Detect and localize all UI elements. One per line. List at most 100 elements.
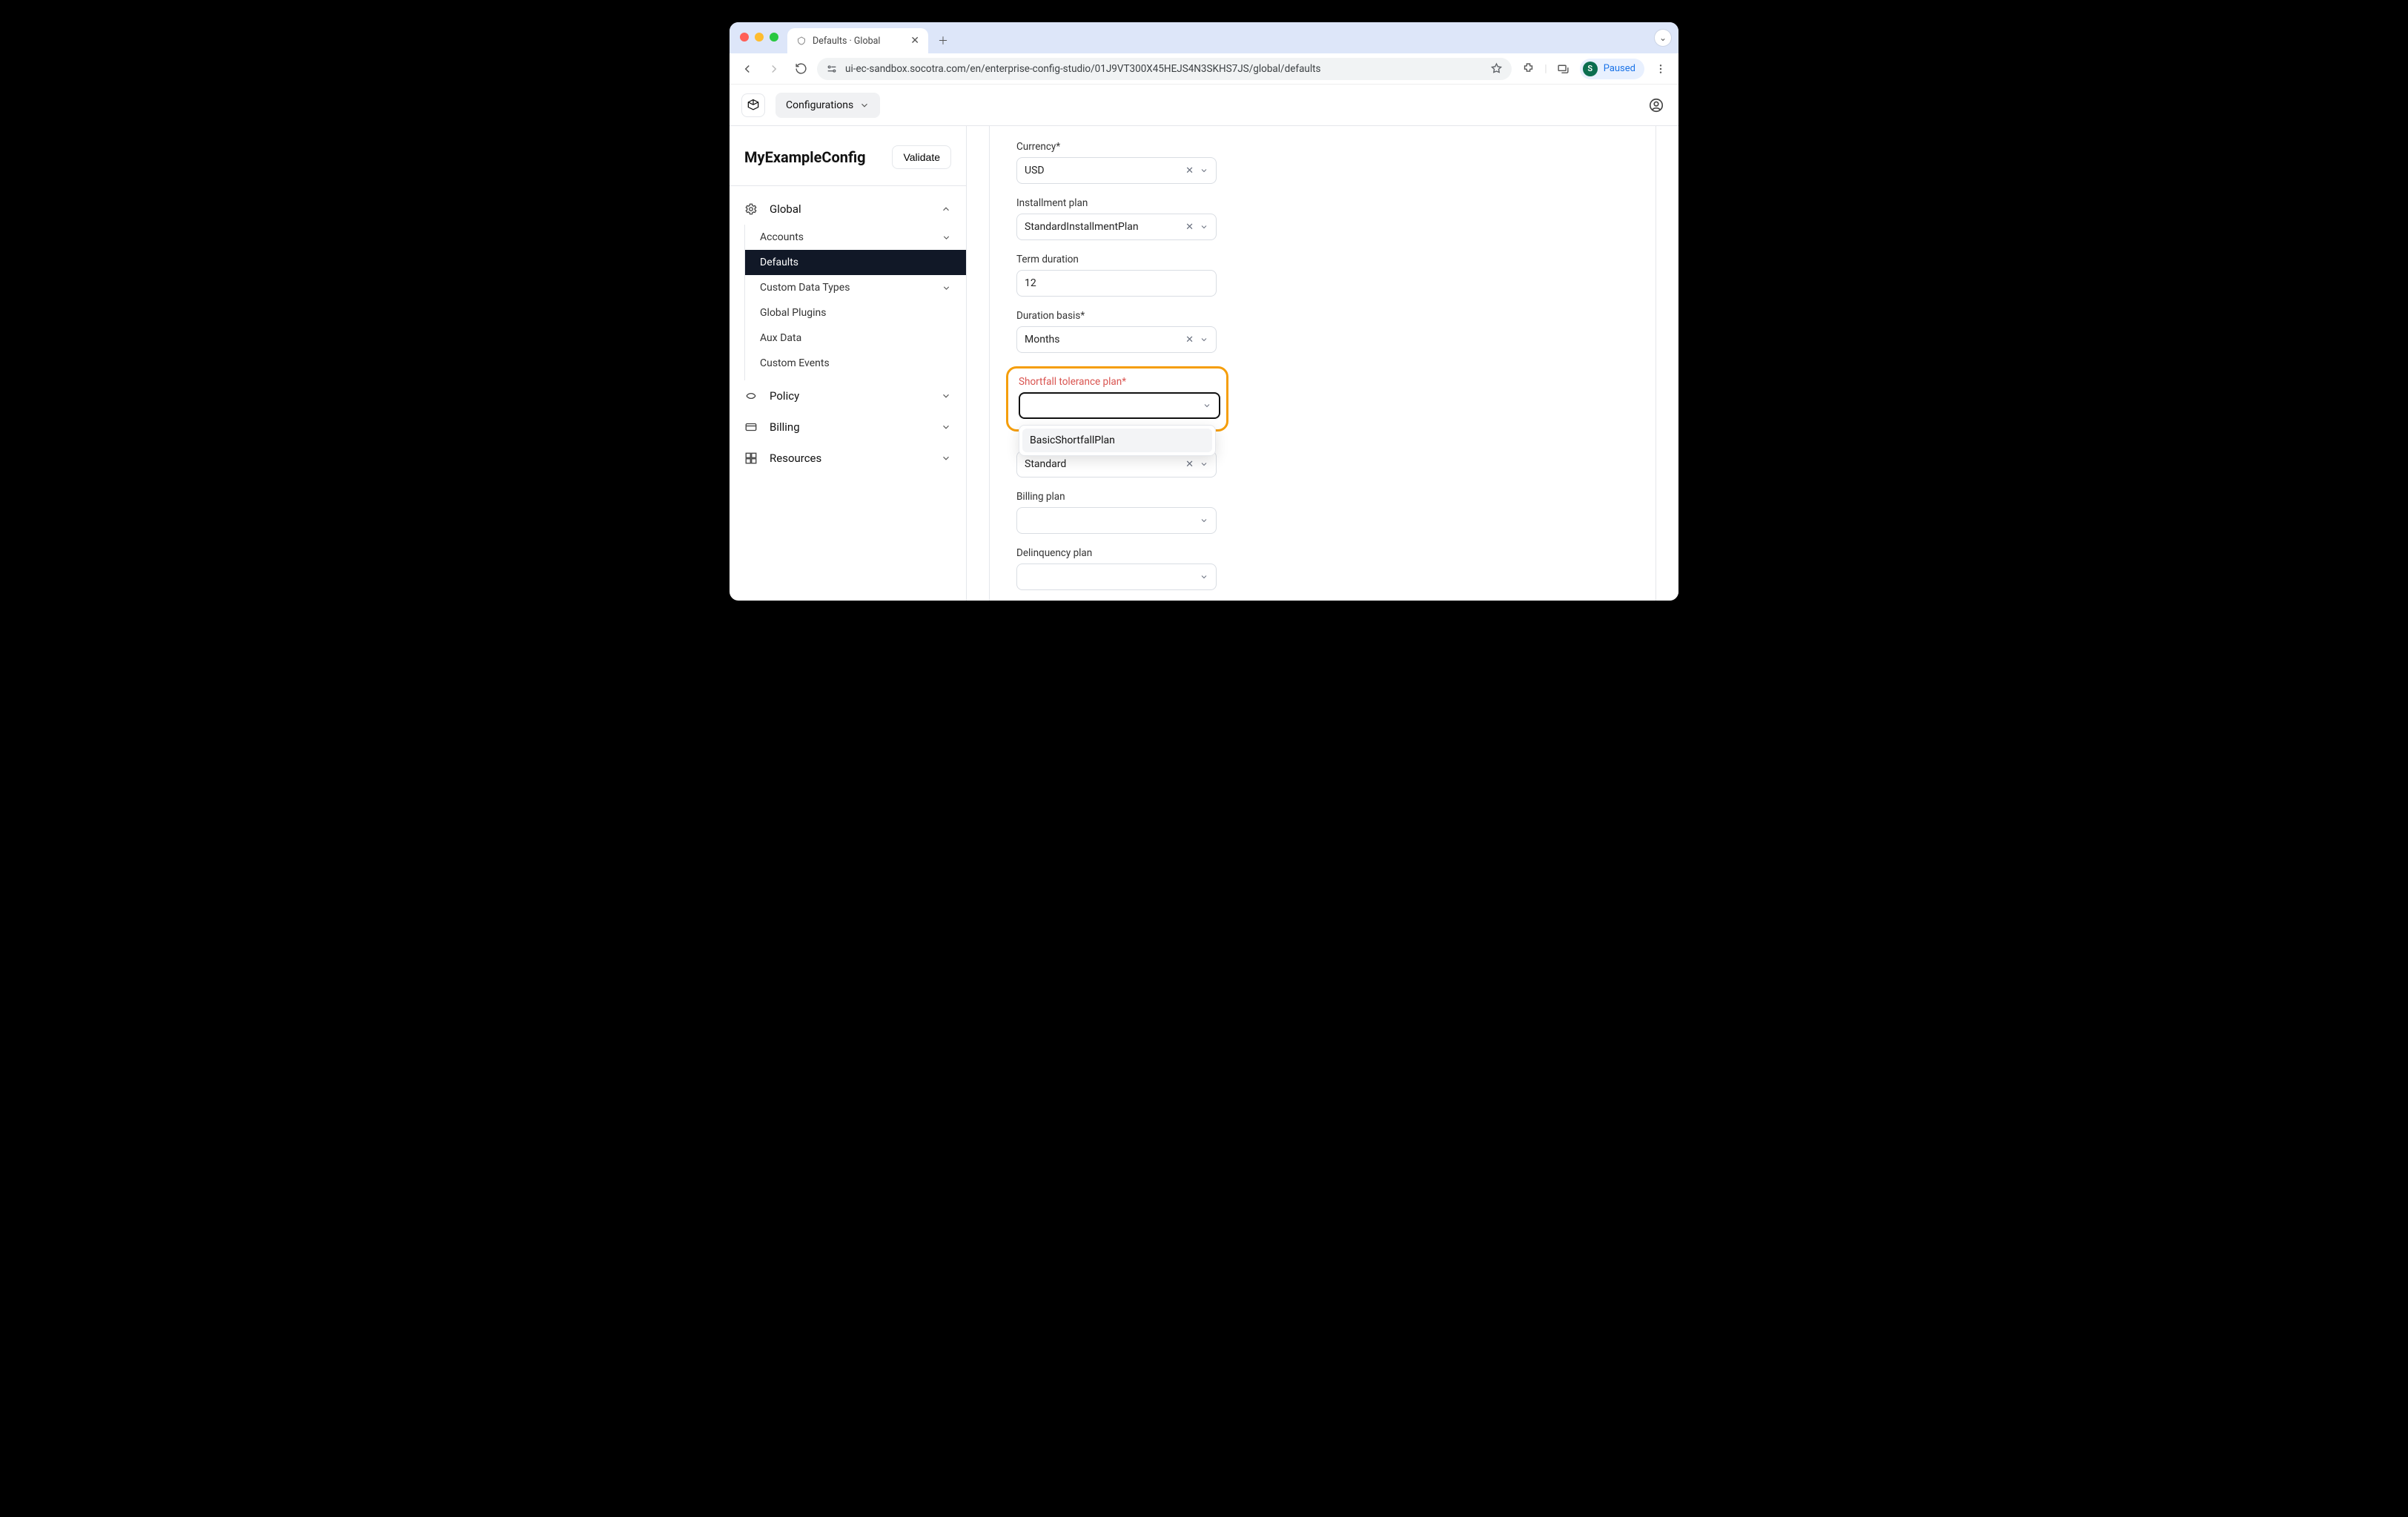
- shortfall-highlight: Shortfall tolerance plan BasicShortfallP…: [1006, 366, 1228, 432]
- chevron-down-icon[interactable]: [1197, 335, 1208, 344]
- section-global-children: Accounts Defaults Custom Data Types Glob…: [744, 225, 966, 380]
- section-global-label: Global: [770, 202, 801, 216]
- sidebar-item-accounts[interactable]: Accounts: [745, 225, 966, 250]
- section-resources[interactable]: Resources: [730, 443, 966, 474]
- shortfall-option-basic[interactable]: BasicShortfallPlan: [1022, 429, 1212, 452]
- sidebar-item-label: Aux Data: [760, 332, 801, 344]
- address-bar[interactable]: ui-ec-sandbox.socotra.com/en/enterprise-…: [817, 58, 1512, 80]
- currency-label: Currency: [1016, 141, 1629, 153]
- browser-menu-icon[interactable]: [1650, 59, 1671, 79]
- policy-icon: [744, 389, 759, 403]
- config-name: MyExampleConfig: [744, 148, 866, 166]
- billing-plan-label: Billing plan: [1016, 491, 1629, 503]
- resources-icon: [744, 452, 759, 465]
- new-tab-button[interactable]: ＋: [933, 30, 953, 51]
- chevron-down-icon: [942, 233, 951, 242]
- section-global[interactable]: Global: [730, 194, 966, 225]
- term-duration-input[interactable]: 12: [1016, 270, 1217, 297]
- sidebar-item-custom-data-types[interactable]: Custom Data Types: [745, 275, 966, 300]
- configurations-menu-button[interactable]: Configurations: [775, 93, 880, 118]
- browser-toolbar: ui-ec-sandbox.socotra.com/en/enterprise-…: [730, 53, 1678, 85]
- installment-plan-label: Installment plan: [1016, 197, 1629, 209]
- window-controls: [740, 33, 778, 42]
- installment-plan-value: StandardInstallmentPlan: [1025, 221, 1182, 233]
- app-logo[interactable]: [741, 93, 765, 117]
- chevron-down-icon: [942, 283, 951, 293]
- delinquency-plan-select[interactable]: [1016, 563, 1217, 590]
- tab-close-icon[interactable]: ✕: [910, 35, 919, 47]
- sidebar: MyExampleConfig Validate Global Accounts: [730, 126, 967, 601]
- clear-icon[interactable]: ✕: [1182, 334, 1197, 346]
- tab-favicon: [796, 36, 807, 46]
- currency-value: USD: [1025, 165, 1182, 176]
- term-duration-value: 12: [1025, 277, 1208, 289]
- nav-reload-button[interactable]: [790, 59, 811, 79]
- nav-forward-button[interactable]: [764, 59, 784, 79]
- tab-title: Defaults · Global: [813, 36, 880, 47]
- validate-button[interactable]: Validate: [892, 145, 951, 169]
- duration-basis-select[interactable]: Months ✕: [1016, 326, 1217, 353]
- app-body: MyExampleConfig Validate Global Accounts: [730, 126, 1678, 601]
- sidebar-item-aux-data[interactable]: Aux Data: [745, 325, 966, 351]
- currency-select[interactable]: USD ✕: [1016, 157, 1217, 184]
- profile-status-label: Paused: [1604, 63, 1635, 74]
- sidebar-item-custom-events[interactable]: Custom Events: [745, 351, 966, 376]
- configurations-label: Configurations: [786, 99, 853, 111]
- clear-icon[interactable]: ✕: [1182, 222, 1197, 233]
- chevron-down-icon[interactable]: [1197, 460, 1208, 469]
- clear-icon[interactable]: ✕: [1182, 459, 1197, 470]
- billing-plan-select[interactable]: [1016, 507, 1217, 534]
- clear-icon[interactable]: ✕: [1182, 165, 1197, 176]
- sidebar-item-label: Accounts: [760, 231, 804, 243]
- media-control-icon[interactable]: [1553, 59, 1574, 79]
- user-account-icon[interactable]: [1646, 95, 1667, 116]
- section-billing[interactable]: Billing: [730, 412, 966, 443]
- installment-plan-select[interactable]: StandardInstallmentPlan ✕: [1016, 214, 1217, 240]
- chevron-down-icon[interactable]: [1197, 572, 1208, 581]
- auto-renewal-value: Standard: [1025, 458, 1182, 470]
- shortfall-select[interactable]: [1019, 392, 1220, 419]
- profile-chip[interactable]: S Paused: [1580, 59, 1644, 79]
- sidebar-header: MyExampleConfig Validate: [730, 126, 966, 186]
- sidebar-item-label: Defaults: [760, 257, 798, 268]
- sidebar-item-label: Global Plugins: [760, 307, 826, 319]
- window-maximize-button[interactable]: [770, 33, 778, 42]
- option-label: BasicShortfallPlan: [1030, 434, 1115, 446]
- duration-basis-value: Months: [1025, 334, 1182, 346]
- tabs-overflow-button[interactable]: ⌄: [1655, 30, 1671, 46]
- section-policy[interactable]: Policy: [730, 380, 966, 412]
- nav-back-button[interactable]: [737, 59, 758, 79]
- app-header: Configurations: [730, 85, 1678, 126]
- section-billing-label: Billing: [770, 420, 800, 434]
- window-minimize-button[interactable]: [755, 33, 764, 42]
- chevron-down-icon[interactable]: [1200, 401, 1211, 410]
- section-policy-label: Policy: [770, 389, 799, 403]
- delinquency-plan-label: Delinquency plan: [1016, 547, 1629, 559]
- chevron-down-icon: [941, 453, 951, 463]
- term-duration-label: Term duration: [1016, 254, 1629, 265]
- site-settings-icon[interactable]: [826, 63, 838, 75]
- chevron-down-icon: [941, 422, 951, 432]
- browser-tab[interactable]: Defaults · Global ✕: [787, 28, 928, 53]
- chevron-up-icon: [941, 204, 951, 214]
- browser-tabstrip: Defaults · Global ✕ ＋ ⌄: [730, 22, 1678, 53]
- address-url: ui-ec-sandbox.socotra.com/en/enterprise-…: [845, 63, 1483, 75]
- chevron-down-icon[interactable]: [1197, 222, 1208, 231]
- bookmark-icon[interactable]: [1490, 62, 1503, 75]
- main-content: Currency USD ✕ Installment plan Standard…: [967, 126, 1678, 601]
- chevron-down-icon[interactable]: [1197, 516, 1208, 525]
- shortfall-dropdown: BasicShortfallPlan: [1019, 425, 1216, 456]
- duration-basis-label: Duration basis: [1016, 310, 1629, 322]
- sidebar-item-label: Custom Data Types: [760, 282, 850, 294]
- shortfall-label: Shortfall tolerance plan: [1019, 376, 1216, 388]
- profile-avatar: S: [1583, 62, 1598, 76]
- sidebar-item-global-plugins[interactable]: Global Plugins: [745, 300, 966, 325]
- defaults-form: Currency USD ✕ Installment plan Standard…: [989, 126, 1656, 601]
- chevron-down-icon[interactable]: [1197, 166, 1208, 175]
- window-close-button[interactable]: [740, 33, 749, 42]
- extensions-icon[interactable]: [1518, 59, 1538, 79]
- chevron-down-icon: [941, 391, 951, 401]
- sidebar-item-defaults[interactable]: Defaults: [745, 250, 966, 275]
- gear-icon: [744, 202, 759, 216]
- billing-icon: [744, 420, 759, 434]
